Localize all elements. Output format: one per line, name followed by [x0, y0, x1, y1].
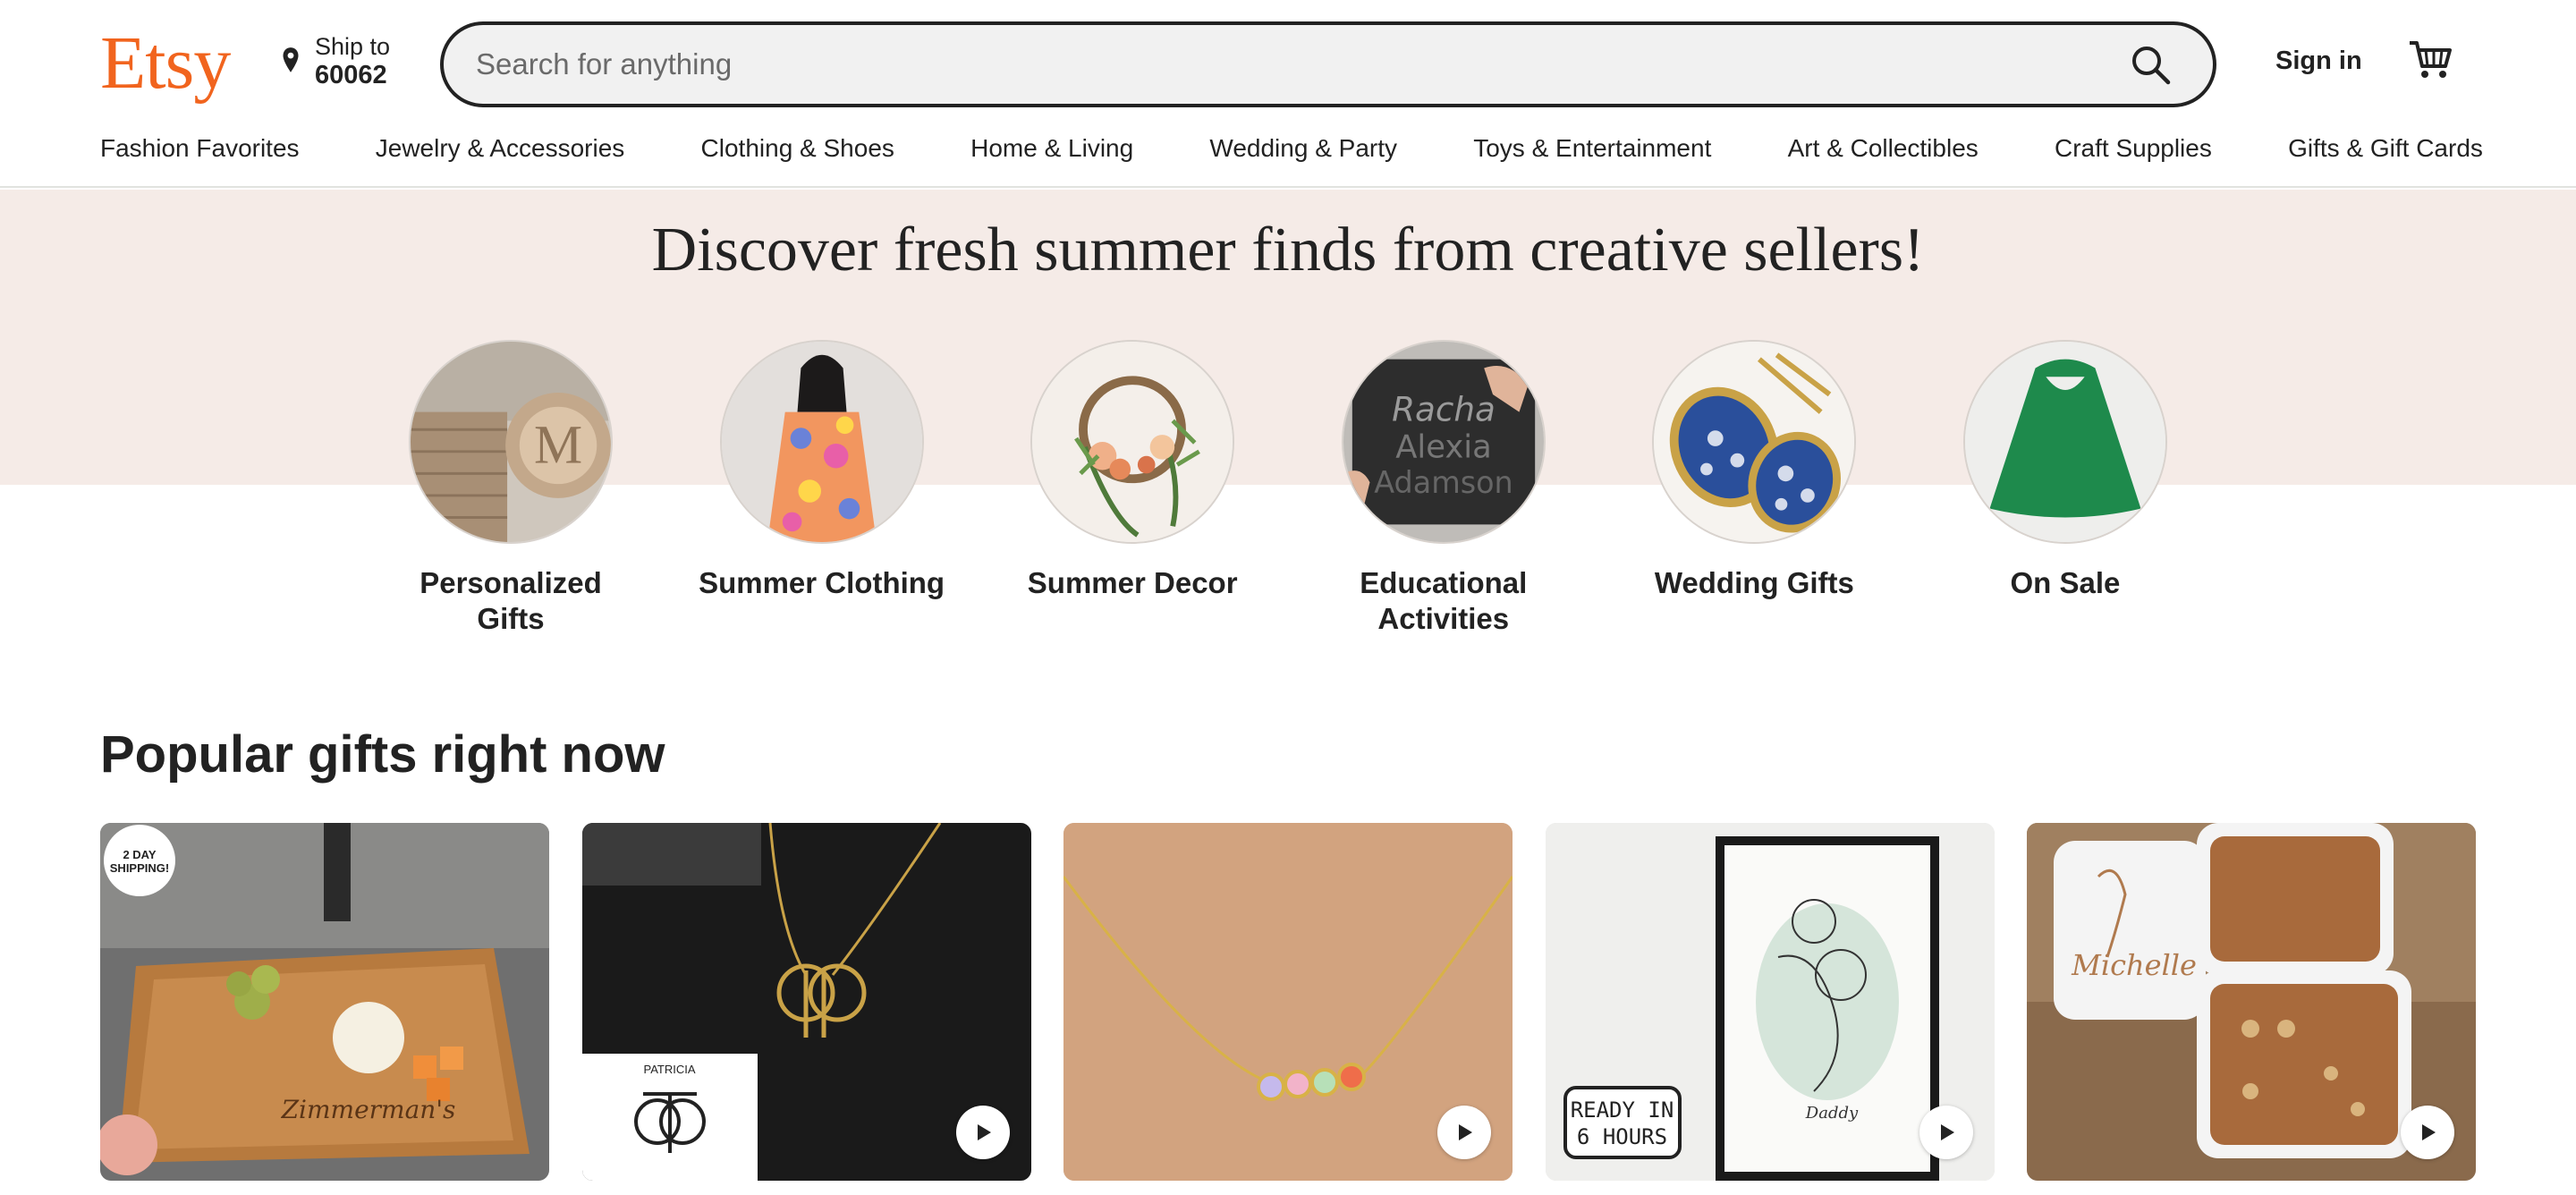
circle-label: On Sale [2010, 566, 2121, 599]
svg-text:Racha: Racha [1392, 389, 1496, 428]
search-input[interactable] [476, 25, 2086, 104]
on-sale-image[interactable] [1962, 340, 2167, 544]
shipping-badge: 2 DAY SHIPPING! [104, 825, 175, 896]
play-icon [1459, 1124, 1472, 1140]
summer-clothing-image[interactable] [719, 340, 924, 544]
play-video-button[interactable] [955, 1106, 1010, 1159]
wedding-gifts-image[interactable] [1652, 340, 1857, 544]
category-nav: Fashion Favorites Jewelry & Accessories … [100, 134, 2483, 163]
etsy-logo[interactable]: Etsy [100, 20, 231, 106]
category-circles: M Personalized Gifts Summer Clothing Sum… [408, 340, 2168, 637]
category-jewelry-accessories[interactable]: Jewelry & Accessories [376, 134, 625, 163]
play-video-button[interactable] [1437, 1106, 1491, 1159]
site-header: Etsy Ship to 60062 Sign in Fashion Favor… [0, 0, 2576, 188]
ship-to-label: Ship to [315, 33, 391, 60]
hero-title: Discover fresh summer finds from creativ… [651, 216, 1925, 284]
personalized-gifts-image[interactable]: M [409, 340, 613, 544]
circle-label: Personalized Gifts [419, 566, 602, 635]
circle-summer-decor[interactable]: Summer Decor [1028, 340, 1238, 637]
circle-educational-activities[interactable]: Racha Alexia Adamson Educational Activit… [1341, 340, 1546, 637]
search-icon[interactable] [2129, 43, 2174, 88]
play-icon [1940, 1124, 1954, 1140]
circle-on-sale[interactable]: On Sale [1962, 340, 2168, 637]
svg-text:Michelle: Michelle [2071, 948, 2197, 982]
play-icon [977, 1124, 991, 1140]
circle-label: Summer Decor [1027, 566, 1238, 599]
initials-logo-icon [633, 1092, 706, 1153]
category-gifts-gift-cards[interactable]: Gifts & Gift Cards [2288, 134, 2483, 163]
ship-to-button[interactable]: Ship to 60062 [279, 32, 390, 89]
ready-in-6-hours-sign: READY IN 6 HOURS [1563, 1086, 1682, 1159]
category-wedding-party[interactable]: Wedding & Party [1209, 134, 1397, 163]
educational-activities-image[interactable]: Racha Alexia Adamson [1341, 340, 1546, 544]
category-home-living[interactable]: Home & Living [970, 134, 1133, 163]
circle-label: Educational Activities [1360, 566, 1528, 635]
circle-wedding-gifts[interactable]: Wedding Gifts [1651, 340, 1857, 637]
play-icon [2422, 1124, 2436, 1140]
product-card[interactable]: Michelle [2027, 823, 2476, 1181]
category-art-collectibles[interactable]: Art & Collectibles [1788, 134, 1979, 163]
cart-icon[interactable] [2408, 38, 2453, 81]
product-card[interactable]: Zimmerman's 2 DAY SHIPPING! [100, 823, 549, 1181]
search-bar [440, 21, 2216, 107]
sign-in-link[interactable]: Sign in [2275, 47, 2362, 76]
svg-text:M: M [534, 416, 582, 476]
category-clothing-shoes[interactable]: Clothing & Shoes [701, 134, 894, 163]
svg-text:Daddy: Daddy [1804, 1104, 1858, 1123]
overlay-name: PATRICIA [643, 1063, 696, 1076]
category-craft-supplies[interactable]: Craft Supplies [2055, 134, 2212, 163]
circle-summer-clothing[interactable]: Summer Clothing [699, 340, 945, 637]
play-video-button[interactable] [2401, 1106, 2454, 1159]
svg-text:Adamson: Adamson [1374, 465, 1513, 500]
product-card[interactable]: PATRICIA [581, 823, 1031, 1181]
play-video-button[interactable] [1919, 1106, 1973, 1159]
ship-to-zip: 60062 [315, 61, 387, 89]
svg-text:Alexia: Alexia [1395, 429, 1492, 466]
patricia-card-overlay: PATRICIA [581, 1054, 758, 1181]
svg-text:Zimmerman's: Zimmerman's [281, 1095, 456, 1124]
location-pin-icon [283, 47, 299, 72]
circle-label: Wedding Gifts [1654, 566, 1854, 599]
circle-personalized-gifts[interactable]: M Personalized Gifts [408, 340, 614, 637]
popular-gifts-title: Popular gifts right now [100, 725, 665, 784]
category-fashion-favorites[interactable]: Fashion Favorites [100, 134, 300, 163]
product-card[interactable] [1063, 823, 1513, 1181]
circle-label: Summer Clothing [699, 566, 945, 599]
summer-decor-image[interactable] [1030, 340, 1235, 544]
popular-gifts-row: Zimmerman's 2 DAY SHIPPING! PATRICIA Dad… [100, 823, 2476, 1181]
category-toys-entertainment[interactable]: Toys & Entertainment [1473, 134, 1711, 163]
product-card[interactable]: Daddy READY IN 6 HOURS [1545, 823, 1995, 1181]
